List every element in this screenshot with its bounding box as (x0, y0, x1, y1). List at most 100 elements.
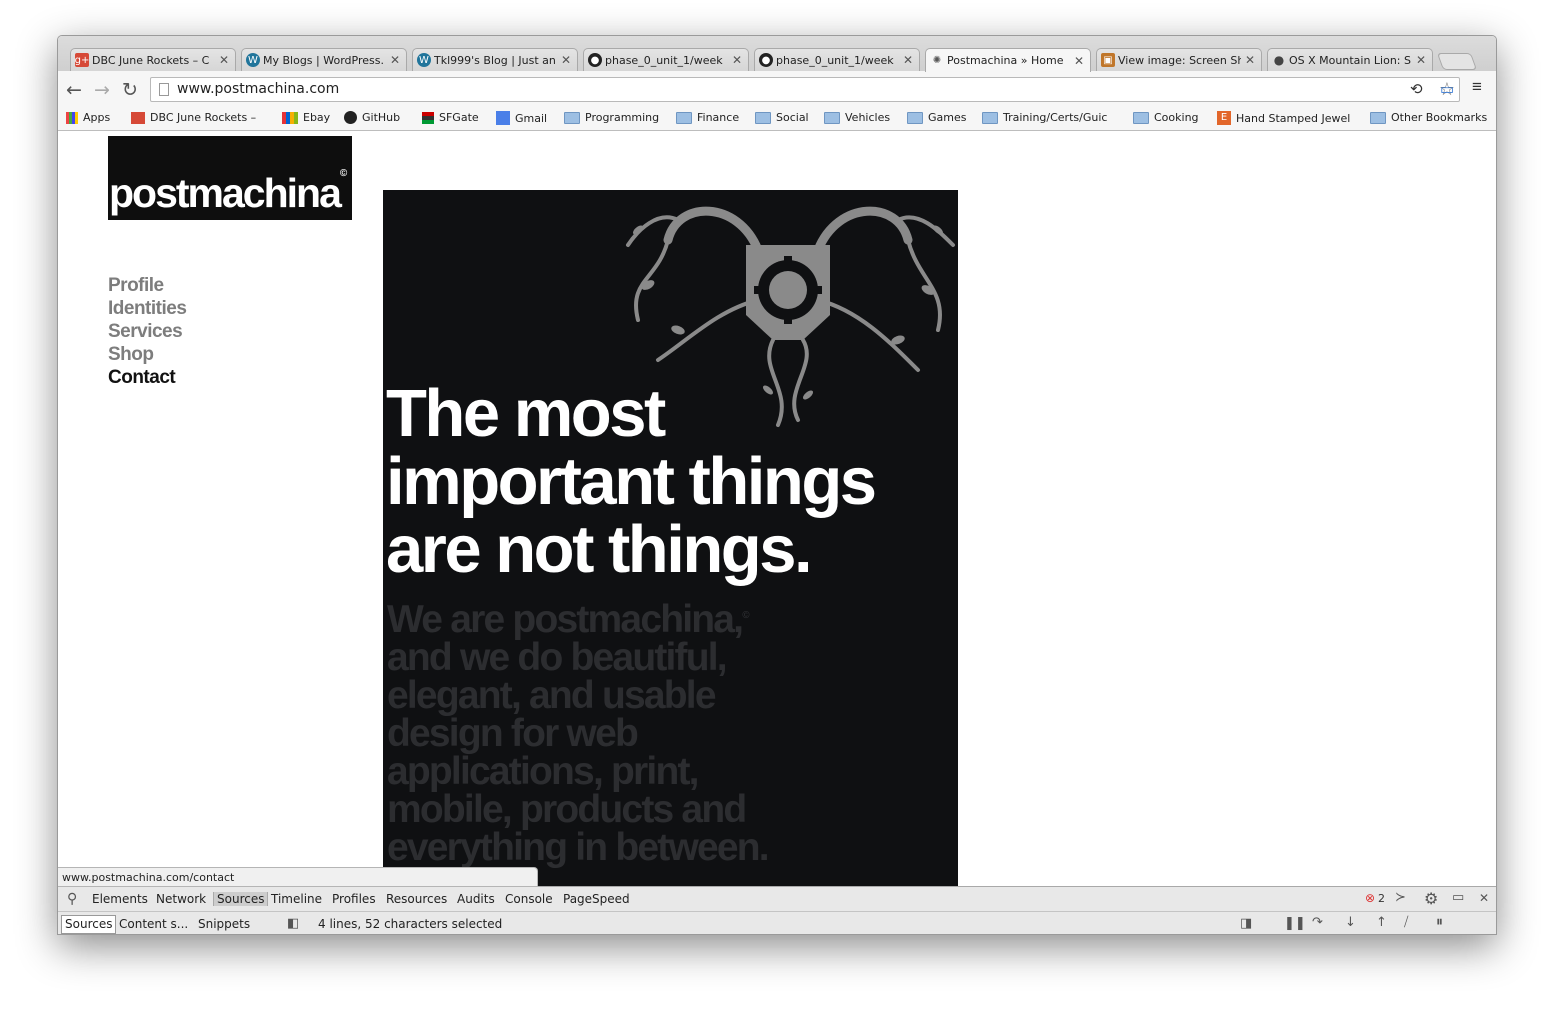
gmail-icon (496, 111, 510, 125)
bookmark-hand-stamped[interactable]: E Hand Stamped Jewel (1217, 111, 1357, 125)
reload-icon[interactable]: ↻ (118, 79, 142, 101)
pause-on-exceptions-icon[interactable]: ⏸ (1436, 914, 1443, 930)
bookmark-folder-social[interactable]: Social (755, 111, 809, 124)
tab-title: DBC June Rockets – C (92, 53, 210, 67)
bookmark-dbc[interactable]: DBC June Rockets – (131, 111, 256, 124)
bookmark-label: Ebay (303, 111, 331, 124)
extension-calendar-icon[interactable]: ▭ (1440, 80, 1454, 98)
extension-sync-icon[interactable]: ⟲ (1410, 80, 1423, 98)
close-tab-icon[interactable]: ✕ (732, 53, 742, 67)
image-icon: ▣ (1101, 53, 1115, 67)
error-icon[interactable]: ⊗ (1365, 891, 1375, 905)
gear-icon[interactable]: ⚙ (1424, 889, 1438, 908)
tab-github-phase0-1[interactable]: ● phase_0_unit_1/week ✕ (583, 48, 749, 71)
bookmark-label: Cooking (1154, 111, 1199, 124)
bookmark-github[interactable]: GitHub (344, 111, 400, 124)
tab-sources[interactable]: Sources (213, 892, 269, 906)
tab-view-image[interactable]: ▣ View image: Screen Sh ✕ (1096, 48, 1262, 71)
site-logo[interactable]: postmachina© (108, 136, 352, 220)
bookmark-apps[interactable]: Apps (66, 111, 110, 124)
tab-my-blogs[interactable]: W My Blogs | WordPress. ✕ (241, 48, 407, 71)
nav-profile[interactable]: Profile (108, 274, 186, 297)
bookmark-label: Gmail (515, 111, 548, 125)
close-tab-icon[interactable]: ✕ (561, 53, 571, 67)
folder-icon (755, 111, 771, 124)
bookmark-folder-vehicles[interactable]: Vehicles (824, 111, 890, 124)
back-arrow-icon[interactable]: ← (62, 79, 86, 101)
tab-os-x-mountain-lion[interactable]: ● OS X Mountain Lion: S ✕ (1267, 48, 1433, 71)
bookmark-label: Games (928, 111, 967, 124)
bookmark-folder-finance[interactable]: Finance (676, 111, 739, 124)
folder-icon (824, 111, 840, 124)
subtab-snippets[interactable]: Snippets (198, 917, 250, 931)
nav-contact[interactable]: Contact (108, 366, 186, 389)
step-out-icon[interactable]: ↑ (1376, 915, 1387, 930)
tab-profiles[interactable]: Profiles (332, 892, 376, 906)
tab-postmachina[interactable]: ✺ Postmachina » Home ✕ (925, 48, 1091, 72)
bookmark-label: Hand Stamped Jewel (1236, 111, 1351, 125)
step-into-icon[interactable]: ↓ (1345, 915, 1356, 930)
tab-github-phase0-2[interactable]: ● phase_0_unit_1/week ✕ (754, 48, 920, 71)
tab-resources[interactable]: Resources (386, 892, 447, 906)
bookmark-folder-cooking[interactable]: Cooking (1133, 111, 1199, 124)
bookmark-folder-training[interactable]: Training/Certs/Guic (982, 111, 1118, 124)
close-tab-icon[interactable]: ✕ (390, 53, 400, 67)
selection-status: 4 lines, 52 characters selected (318, 917, 503, 931)
subtab-content-scripts[interactable]: Content s... (119, 917, 188, 931)
new-tab-button[interactable] (1436, 53, 1478, 70)
ebay-icon (282, 111, 298, 124)
bookmark-sfgate[interactable]: SFGate (422, 111, 479, 124)
bookmark-label: Apps (83, 111, 111, 124)
tab-dbc-june-rockets[interactable]: g+ DBC June Rockets – C ✕ (70, 48, 236, 71)
bookmark-other[interactable]: Other Bookmarks (1370, 111, 1487, 124)
bookmark-folder-games[interactable]: Games (907, 111, 966, 124)
tagline-line: and we do beautiful, (387, 636, 728, 679)
console-drawer-icon[interactable]: ≻ (1395, 890, 1406, 905)
tab-audits[interactable]: Audits (457, 892, 495, 906)
apps-icon (66, 111, 78, 124)
deactivate-breakpoints-icon[interactable]: ⧸ (1404, 915, 1408, 930)
tab-title: phase_0_unit_1/week (776, 53, 894, 67)
nav-services[interactable]: Services (108, 320, 186, 343)
folder-icon (1370, 111, 1386, 124)
forward-arrow-icon[interactable]: → (90, 79, 114, 101)
bookmarks-bar: Apps DBC June Rockets – Ebay GitHub SFGa… (58, 107, 1496, 131)
folder-icon (1133, 111, 1149, 124)
close-tab-icon[interactable]: ✕ (903, 53, 913, 67)
tab-elements[interactable]: Elements (92, 892, 148, 906)
bookmark-label: GitHub (362, 111, 401, 124)
search-icon[interactable]: ⚲ (67, 891, 77, 907)
tagline-line: design for web (387, 712, 639, 755)
bookmark-label: Other Bookmarks (1391, 111, 1488, 124)
menu-icon[interactable]: ≡ (1472, 77, 1482, 97)
close-tab-icon[interactable]: ✕ (219, 53, 229, 67)
tagline-line: We are postmachina,© (387, 597, 768, 639)
close-icon[interactable]: ✕ (1479, 891, 1489, 905)
tab-pagespeed[interactable]: PageSpeed (563, 892, 630, 906)
address-bar[interactable]: www.postmachina.com ☆ (150, 77, 1460, 102)
github-icon (344, 111, 357, 124)
page-icon (159, 83, 169, 96)
tab-timeline[interactable]: Timeline (271, 892, 322, 906)
pause-icon[interactable]: ❚❚ (1284, 916, 1306, 931)
close-tab-icon[interactable]: ✕ (1245, 53, 1255, 67)
tab-tkl999-blog[interactable]: W Tkl999's Blog | Just an ✕ (412, 48, 578, 71)
close-tab-icon[interactable]: ✕ (1416, 53, 1426, 67)
github-icon: ● (588, 53, 602, 67)
subtab-sources[interactable]: Sources (61, 915, 117, 934)
devtools-panel: ⚲ Elements Network Sources Timeline Prof… (58, 886, 1496, 934)
step-over-icon[interactable]: ↷ (1312, 915, 1323, 930)
tab-network[interactable]: Network (156, 892, 206, 906)
bookmark-ebay[interactable]: Ebay (282, 111, 330, 124)
toggle-debugger-icon[interactable]: ◨ (1240, 916, 1252, 931)
bookmark-folder-programming[interactable]: Programming (564, 111, 659, 124)
close-tab-icon[interactable]: ✕ (1074, 54, 1084, 68)
nav-identities[interactable]: Identities (108, 297, 187, 320)
error-count: 2 (1378, 892, 1385, 905)
github-icon: ● (759, 53, 773, 67)
tab-console[interactable]: Console (505, 892, 553, 906)
bookmark-gmail[interactable]: Gmail (496, 111, 547, 125)
dock-icon[interactable]: ▭ (1452, 890, 1464, 905)
nav-shop[interactable]: Shop (108, 343, 186, 366)
toggle-navigator-icon[interactable]: ◧ (287, 916, 299, 931)
